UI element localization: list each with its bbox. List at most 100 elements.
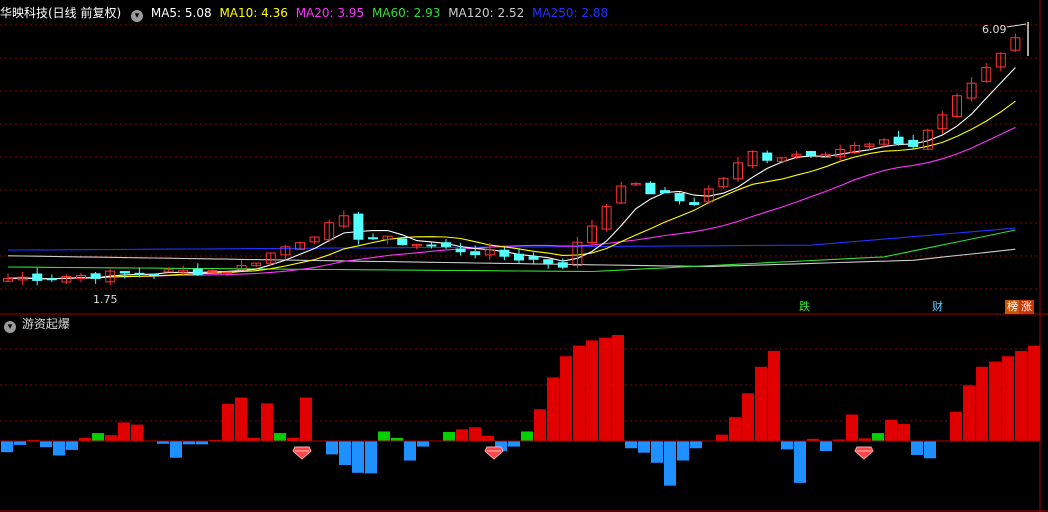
candle-body — [674, 193, 685, 202]
signal-rise: 涨 — [1019, 300, 1034, 314]
indicator-bar — [625, 441, 637, 449]
indicator-bar — [14, 441, 26, 445]
low-price-label: 1.75 — [93, 293, 118, 306]
gem-icon — [854, 446, 874, 460]
ma5-label: MA5: 5.08 — [150, 6, 212, 20]
candle-body — [46, 278, 57, 281]
candle-body — [368, 237, 378, 240]
candle-body — [689, 202, 700, 205]
indicator-bar — [742, 393, 754, 441]
indicator-bar — [729, 417, 741, 441]
indicator-bar — [898, 424, 910, 441]
candle-body — [645, 182, 656, 195]
indicator-bar — [508, 441, 520, 447]
indicator-bar — [976, 366, 988, 441]
indicator-bar — [92, 433, 104, 441]
indicator-bar — [326, 441, 338, 455]
indicator-bar — [1015, 350, 1027, 441]
chevron-down-icon[interactable]: ▾ — [4, 321, 16, 333]
indicator-bar — [1002, 356, 1014, 441]
indicator-bar — [560, 356, 572, 441]
indicator-bar — [482, 435, 494, 441]
indicator-bar — [963, 385, 975, 441]
indicator-bar — [404, 441, 416, 461]
indicator-bar — [716, 434, 728, 441]
indicator-bar — [352, 441, 364, 473]
gem-icon — [292, 446, 312, 460]
indicator-bar — [417, 441, 429, 447]
candle-body — [762, 152, 773, 161]
indicator-bar — [469, 427, 481, 441]
ma60-label: MA60: 2.93 — [371, 6, 441, 20]
stock-title: 华映科技(日线 前复权) — [0, 6, 122, 20]
indicator-bar — [586, 340, 598, 441]
indicator-bar — [820, 441, 832, 452]
indicator-bar — [339, 441, 351, 466]
candle-body — [893, 136, 904, 144]
indicator-bar — [456, 429, 468, 441]
indicator-bar — [547, 377, 559, 441]
indicator-bar — [677, 441, 689, 461]
indicator-bar — [950, 411, 962, 441]
candle-body — [32, 273, 43, 281]
high-price-label: 6.09 — [982, 23, 1007, 36]
indicator-bar — [365, 441, 377, 474]
indicator-bar — [599, 337, 611, 441]
indicator-bar — [1028, 345, 1040, 441]
ma120-label: MA120: 2.52 — [448, 6, 525, 20]
indicator-bar — [261, 403, 273, 441]
indicator-bar — [846, 414, 858, 441]
indicator-bar — [378, 431, 390, 441]
ma60-line — [7, 229, 1016, 273]
high-price-pointer — [1006, 23, 1027, 28]
candle-body — [149, 273, 159, 276]
candle-body — [499, 249, 510, 257]
indicator-legend: 华映科技(日线 前复权) ▾ MA5: 5.08 MA10: 4.36 MA20… — [0, 4, 612, 22]
chevron-down-icon[interactable]: ▾ — [131, 10, 144, 22]
indicator-bar — [222, 403, 234, 441]
indicator-bar — [573, 345, 585, 441]
indicator-bar — [651, 441, 663, 463]
candle-body — [192, 268, 203, 276]
ma20-label: MA20: 3.95 — [295, 6, 365, 20]
signal-rank: 榜 — [1005, 300, 1020, 314]
candle-body — [353, 213, 364, 240]
candle-body — [441, 242, 451, 247]
indicator-bar — [196, 441, 208, 445]
indicator-bar — [40, 441, 52, 448]
indicator-bar — [300, 397, 312, 441]
indicator-bar — [755, 366, 767, 441]
indicator-bar — [885, 419, 897, 441]
candle-body — [543, 259, 554, 264]
indicator-bar — [911, 441, 923, 455]
indicator-bar — [443, 431, 455, 441]
sub-panel-header: ▾ 游资起爆 — [2, 316, 70, 333]
indicator-bar — [521, 431, 533, 441]
candle-body — [908, 139, 919, 147]
indicator-bar — [183, 441, 195, 445]
ma250-label: MA250: 2.88 — [532, 6, 609, 20]
indicator-bar — [872, 433, 884, 441]
indicator-bar — [781, 441, 793, 450]
candle-body — [455, 248, 466, 253]
indicator-bar — [924, 441, 936, 459]
candle-body — [806, 151, 816, 157]
indicator-bar — [534, 409, 546, 441]
indicator-bar — [690, 441, 702, 449]
indicator-bar — [274, 433, 286, 441]
candle-body — [90, 273, 101, 279]
indicator-bar — [1, 441, 13, 453]
indicator-bar — [794, 441, 806, 483]
kline-chart[interactable] — [0, 0, 1048, 512]
indicator-bar — [989, 361, 1001, 441]
candle-body — [426, 244, 437, 247]
gem-icon — [484, 446, 504, 460]
ma10-label: MA10: 4.36 — [219, 6, 288, 20]
indicator-bar — [638, 441, 650, 453]
indicator-bar — [170, 441, 182, 458]
candle-body — [134, 272, 145, 275]
candle-body — [528, 256, 539, 260]
indicator-bar — [131, 424, 143, 441]
candle-body — [470, 251, 481, 256]
indicator-bar — [768, 350, 780, 441]
